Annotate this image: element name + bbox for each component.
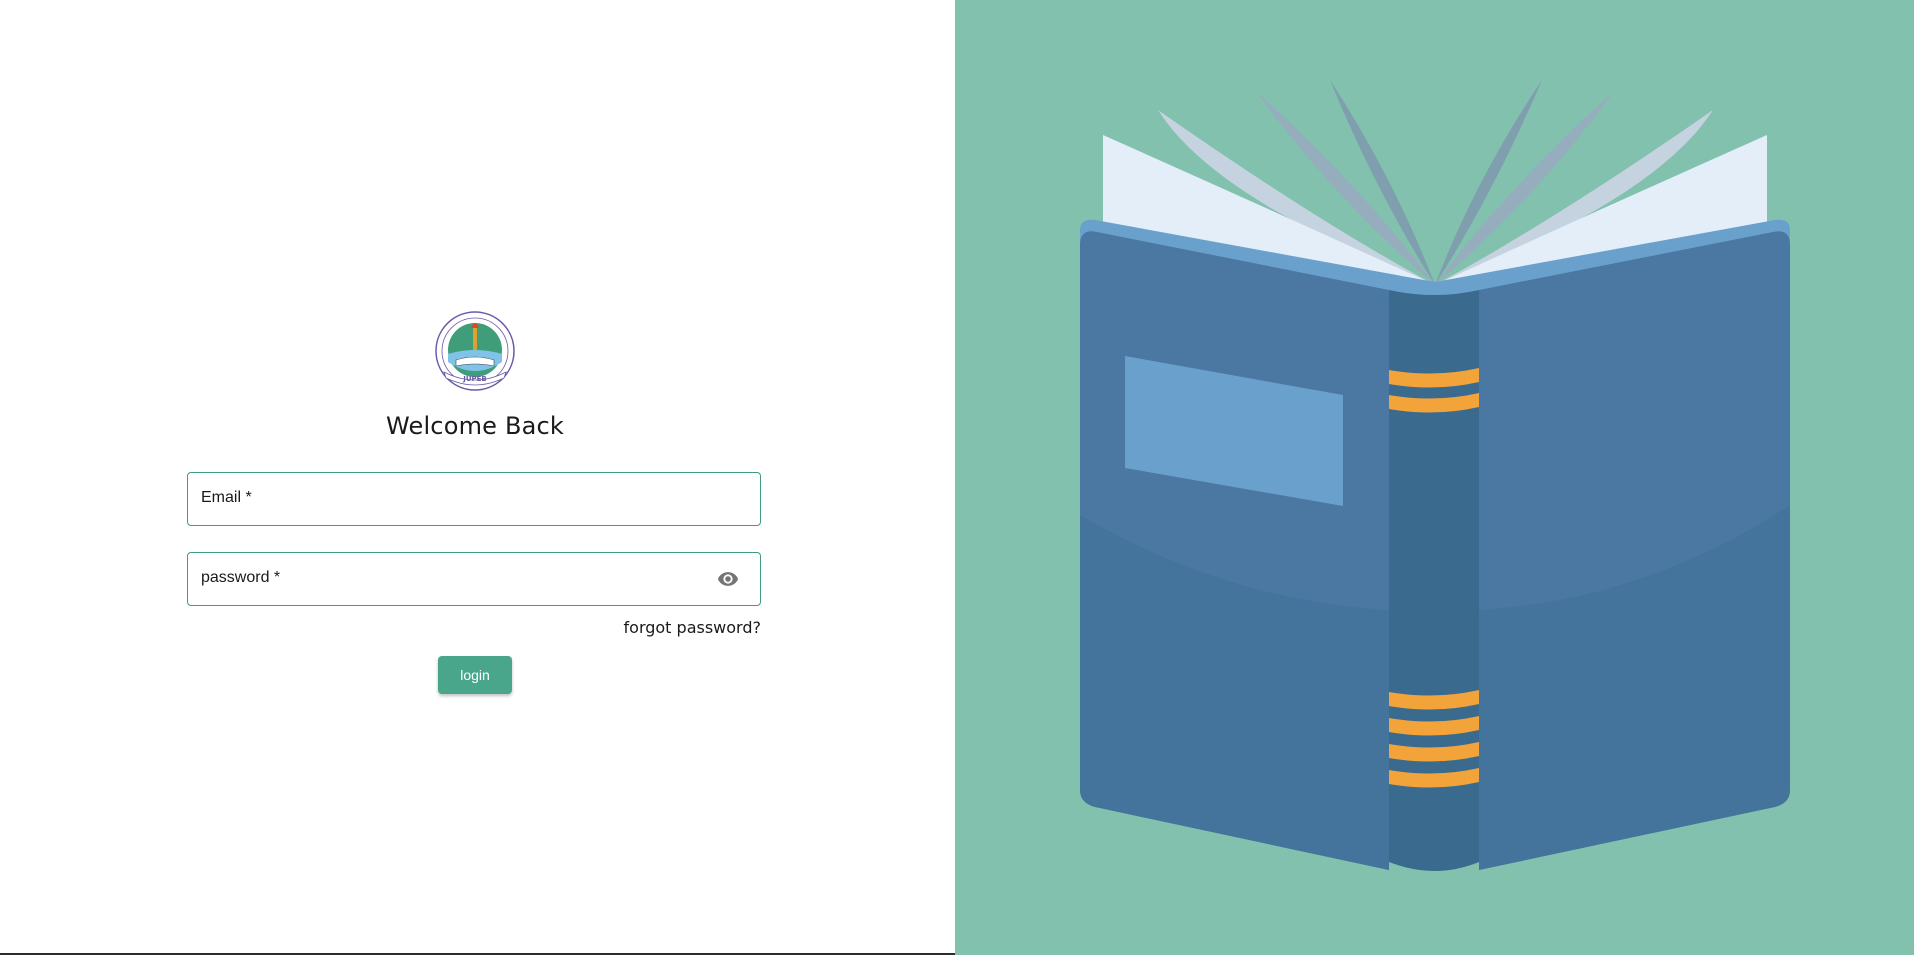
open-book-illustration [1080, 80, 1790, 871]
jupeb-logo: JUPEB [435, 311, 515, 391]
eye-icon[interactable] [716, 568, 740, 590]
page-title: Welcome Back [385, 412, 565, 440]
login-button[interactable]: login [438, 656, 512, 694]
email-field[interactable]: Email * [187, 472, 761, 526]
password-field[interactable]: password * [187, 552, 761, 606]
login-page: JUPEB Welcome Back Email * password * fo… [0, 0, 1914, 955]
email-input[interactable] [200, 473, 704, 525]
svg-text:JUPEB: JUPEB [462, 375, 487, 383]
password-input[interactable] [200, 553, 704, 605]
illustration-panel [955, 0, 1914, 955]
forgot-password-link[interactable]: forgot password? [187, 618, 761, 637]
login-panel: JUPEB Welcome Back Email * password * fo… [0, 0, 955, 955]
